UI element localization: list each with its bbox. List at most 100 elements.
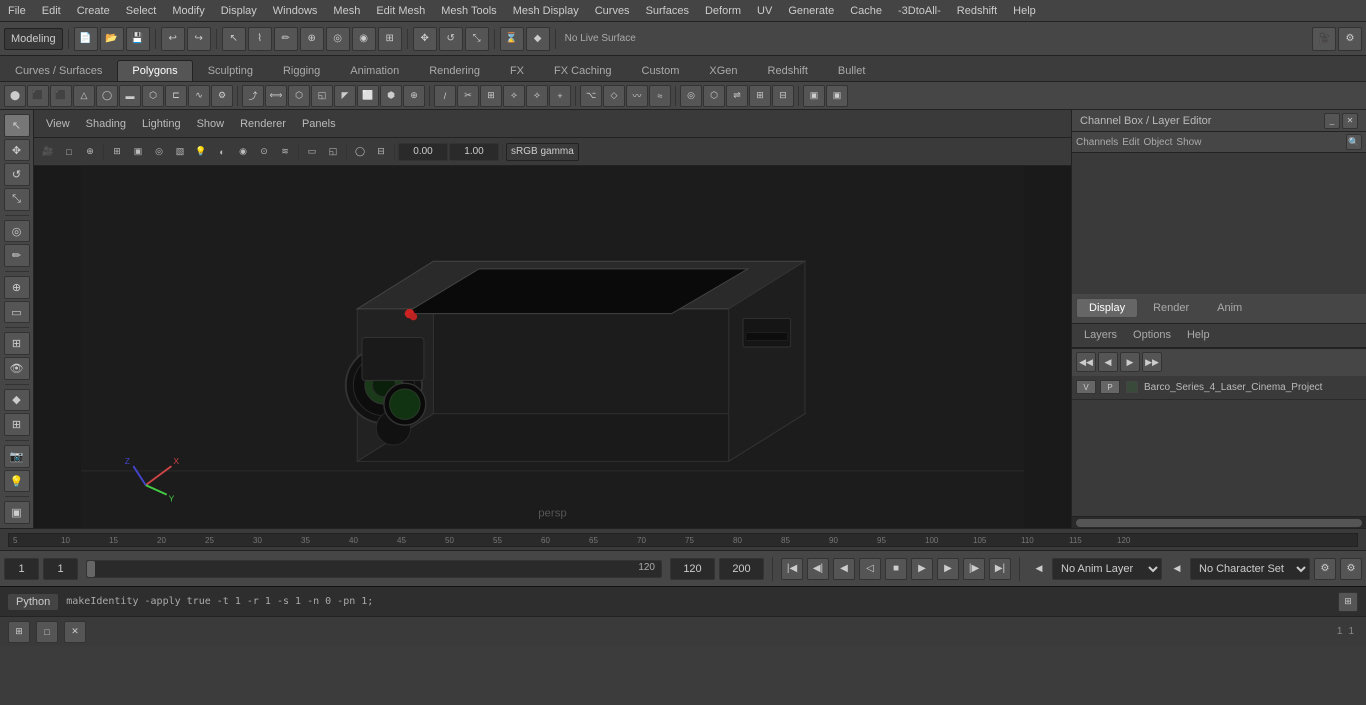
lasso-btn[interactable]: ⌇ (248, 27, 272, 51)
file-icon-btn1[interactable]: ⊞ (8, 621, 30, 643)
tab-rendering[interactable]: Rendering (414, 60, 495, 81)
paint-tool-btn[interactable]: ✏ (4, 244, 30, 267)
duplicate-face-btn[interactable]: ⬜ (357, 85, 379, 107)
layer-scrollbar-thumb[interactable] (1076, 519, 1362, 527)
tab-curves-surfaces[interactable]: Curves / Surfaces (0, 60, 117, 81)
next-frame-btn[interactable]: ▶ (937, 558, 959, 580)
prev-frame-btn[interactable]: ◀ (833, 558, 855, 580)
tab-xgen[interactable]: XGen (694, 60, 752, 81)
vp-camera-btn[interactable]: 🎥 (38, 142, 58, 162)
history-btn[interactable]: ⌛ (500, 27, 524, 51)
edit-label[interactable]: Edit (1122, 137, 1139, 148)
soft-select-btn[interactable]: ◉ (352, 27, 376, 51)
retopo-btn[interactable]: ⬡ (703, 85, 725, 107)
options-subtab[interactable]: Options (1129, 327, 1175, 343)
render-region-btn[interactable]: ▣ (4, 501, 30, 524)
tab-rigging[interactable]: Rigging (268, 60, 335, 81)
go-first-btn[interactable]: |◀ (781, 558, 803, 580)
poly-pipe-btn[interactable]: ⊏ (165, 85, 187, 107)
color-space-label[interactable]: sRGB gamma (506, 143, 579, 161)
redo-btn[interactable]: ↪ (187, 27, 211, 51)
layer-scroll-right1[interactable]: ▶ (1120, 352, 1140, 372)
bridge-btn[interactable]: ⟺ (265, 85, 287, 107)
menu-generate[interactable]: Generate (780, 3, 842, 19)
move-btn[interactable]: ✥ (413, 27, 437, 51)
layers-subtab[interactable]: Layers (1080, 327, 1121, 343)
layer-scrollbar[interactable] (1072, 516, 1366, 528)
vp-light-btn[interactable]: 💡 (191, 142, 211, 162)
camera-btn[interactable]: 📷 (4, 445, 30, 468)
new-scene-btn[interactable]: 📄 (74, 27, 98, 51)
multi-cut-btn[interactable]: ✂ (457, 85, 479, 107)
tab-sculpting[interactable]: Sculpting (193, 60, 268, 81)
tab-fx-caching[interactable]: FX Caching (539, 60, 626, 81)
poly-sphere-btn[interactable]: ⬤ (4, 85, 26, 107)
show-label[interactable]: Show (1176, 137, 1201, 148)
input-output-btn[interactable]: ◆ (526, 27, 550, 51)
extract-btn[interactable]: ⬢ (380, 85, 402, 107)
vp-ao-btn[interactable]: ◉ (233, 142, 253, 162)
move-tool-btn[interactable]: ✥ (4, 139, 30, 162)
menu-display[interactable]: Display (213, 3, 265, 19)
material-btn[interactable]: ◆ (4, 389, 30, 412)
menu-mesh[interactable]: Mesh (325, 3, 368, 19)
right-tab-display[interactable]: Display (1076, 298, 1138, 318)
file-icon-btn2[interactable]: □ (36, 621, 58, 643)
fill-hole-btn[interactable]: ◱ (311, 85, 333, 107)
char-set-options-btn[interactable]: ⚙ (1314, 558, 1336, 580)
layer-scroll-right2[interactable]: ▶▶ (1142, 352, 1162, 372)
tab-fx[interactable]: FX (495, 60, 539, 81)
play-back-btn[interactable]: ◁ (859, 558, 881, 580)
prev-key-btn[interactable]: ◀| (807, 558, 829, 580)
append-polygon-btn[interactable]: ⬡ (288, 85, 310, 107)
separate-btn[interactable]: ⊟ (772, 85, 794, 107)
vp-menu-view[interactable]: View (40, 116, 76, 132)
menu-surfaces[interactable]: Surfaces (638, 3, 697, 19)
merge-btn[interactable]: ⊕ (403, 85, 425, 107)
help-subtab[interactable]: Help (1183, 327, 1214, 343)
vp-shadow-btn[interactable]: ◐ (212, 142, 232, 162)
anim-layer-dropdown[interactable]: No Anim Layer (1052, 558, 1162, 580)
layer-visibility-v[interactable]: V (1076, 380, 1096, 394)
wedge-btn[interactable]: ◤ (334, 85, 356, 107)
layer-visibility-p[interactable]: P (1100, 380, 1120, 394)
vp-dof-btn[interactable]: ⊙ (254, 142, 274, 162)
channel-search-btn[interactable]: 🔍 (1346, 134, 1362, 150)
offset-edge-loop-btn[interactable]: ⟡ (526, 85, 548, 107)
bevel-btn[interactable]: ⌥ (580, 85, 602, 107)
menu-mesh-display[interactable]: Mesh Display (505, 3, 587, 19)
insert-edge-loop-btn[interactable]: ⟡ (503, 85, 525, 107)
combine-btn[interactable]: ⊞ (749, 85, 771, 107)
symmetry-btn[interactable]: ⊞ (378, 27, 402, 51)
poly-plane-btn[interactable]: ▬ (119, 85, 141, 107)
poly-gear-btn[interactable]: ⚙ (211, 85, 233, 107)
vp-hud-btn[interactable]: ⊟ (371, 142, 391, 162)
vp-menu-panels[interactable]: Panels (296, 116, 342, 132)
tab-polygons[interactable]: Polygons (117, 60, 192, 81)
poly-cylinder-btn[interactable]: ⬛ (50, 85, 72, 107)
slider-handle[interactable] (87, 561, 95, 577)
rotate-btn[interactable]: ↺ (439, 27, 463, 51)
snap-grid-btn[interactable]: ⊞ (4, 413, 30, 436)
undo-btn[interactable]: ↩ (161, 27, 185, 51)
menu-file[interactable]: File (0, 3, 34, 19)
right-tab-anim[interactable]: Anim (1204, 298, 1255, 318)
end-frame-input[interactable] (670, 558, 715, 580)
vp-motion-btn[interactable]: ≋ (275, 142, 295, 162)
soft-select-tool-btn[interactable]: ◎ (4, 220, 30, 243)
grid-btn[interactable]: ⊞ (4, 332, 30, 355)
play-fwd-btn[interactable]: ▶ (911, 558, 933, 580)
anim-layer-arrow-left[interactable]: ◀ (1028, 558, 1050, 580)
extrude-btn[interactable]: ⤴ (242, 85, 264, 107)
gamma-input[interactable] (398, 143, 448, 161)
vp-grid-btn[interactable]: ⊞ (107, 142, 127, 162)
stop-btn[interactable]: ■ (885, 558, 907, 580)
3d-viewport[interactable]: persp X Y Z (34, 166, 1071, 528)
render-settings-btn[interactable]: ⚙ (1338, 27, 1362, 51)
menu-uv[interactable]: UV (749, 3, 780, 19)
next-key-btn[interactable]: |▶ (963, 558, 985, 580)
menu-curves[interactable]: Curves (587, 3, 638, 19)
poly-cone-btn[interactable]: △ (73, 85, 95, 107)
vp-isolate-btn[interactable]: ◯ (350, 142, 370, 162)
range-start-input[interactable] (43, 558, 78, 580)
